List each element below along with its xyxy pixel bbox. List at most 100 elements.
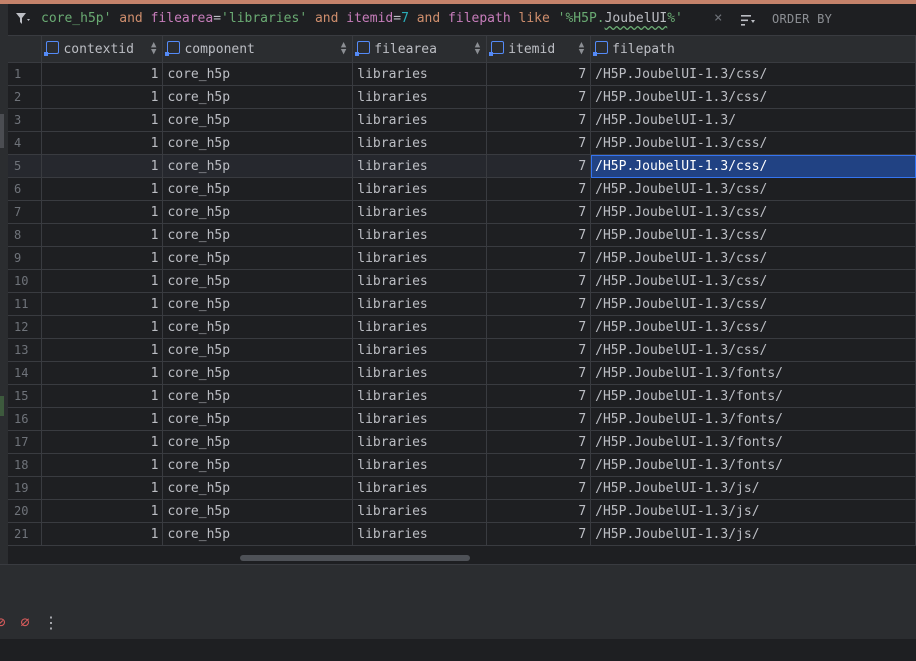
cell-filearea[interactable]: libraries bbox=[352, 476, 488, 500]
disconnect-icon[interactable]: ⌀ bbox=[16, 613, 34, 631]
cell-contextid[interactable]: 1 bbox=[41, 361, 164, 385]
cell-component[interactable]: core_h5p bbox=[162, 476, 354, 500]
cell-filearea[interactable]: libraries bbox=[352, 407, 488, 431]
cell-component[interactable]: core_h5p bbox=[162, 177, 354, 201]
cell-itemid[interactable]: 7 bbox=[486, 430, 592, 454]
table-row[interactable]: 3 1 core_h5p libraries 7/H5P.JoubelUI-1.3/ bbox=[8, 108, 916, 132]
table-row[interactable]: 13 1 core_h5p libraries 7/H5P.JoubelUI-1.3/c… bbox=[8, 338, 916, 362]
column-header-itemid[interactable]: itemid ▲ ▼ bbox=[486, 36, 592, 63]
order-by-icon[interactable] bbox=[741, 15, 755, 26]
cell-component[interactable]: core_h5p bbox=[162, 85, 354, 109]
sort-icon[interactable]: ▲ ▼ bbox=[151, 41, 156, 57]
table-row[interactable]: 20 1 core_h5p libraries 7/H5P.JoubelUI-1.3/j… bbox=[8, 499, 916, 523]
table-row[interactable]: 8 1 core_h5p libraries 7/H5P.JoubelUI-1.3/cs… bbox=[8, 223, 916, 247]
order-by-label[interactable]: ORDER BY bbox=[772, 12, 832, 26]
cell-itemid[interactable]: 7 bbox=[486, 315, 592, 339]
cell-filearea[interactable]: libraries bbox=[352, 85, 488, 109]
sort-icon[interactable]: ▲ ▼ bbox=[341, 41, 346, 57]
cell-itemid[interactable]: 7 bbox=[486, 407, 592, 431]
cell-itemid[interactable]: 7 bbox=[486, 522, 592, 546]
cell-itemid[interactable]: 7 bbox=[486, 200, 592, 224]
cell-filearea[interactable]: libraries bbox=[352, 361, 488, 385]
column-header-filepath[interactable]: filepath bbox=[590, 36, 916, 63]
horizontal-scrollbar-thumb[interactable] bbox=[240, 555, 470, 561]
cell-filepath[interactable]: /H5P.JoubelUI-1.3/css/ bbox=[590, 315, 916, 339]
cell-itemid[interactable]: 7 bbox=[486, 338, 592, 362]
cell-itemid[interactable]: 7 bbox=[486, 223, 592, 247]
cell-filearea[interactable]: libraries bbox=[352, 200, 488, 224]
table-row[interactable]: 9 1 core_h5p libraries 7/H5P.JoubelUI-1.3/cs… bbox=[8, 246, 916, 270]
cell-filearea[interactable]: libraries bbox=[352, 522, 488, 546]
cell-component[interactable]: core_h5p bbox=[162, 131, 354, 155]
column-header-component[interactable]: component ▲ ▼ bbox=[162, 36, 354, 63]
table-row[interactable]: 21 1 core_h5p libraries 7/H5P.JoubelUI-1.3/j… bbox=[8, 522, 916, 546]
horizontal-scrollbar[interactable] bbox=[8, 552, 916, 562]
table-row[interactable]: 4 1 core_h5p libraries 7/H5P.JoubelUI-1.3/cs… bbox=[8, 131, 916, 155]
cell-itemid[interactable]: 7 bbox=[486, 131, 592, 155]
table-row[interactable]: 15 1 core_h5p libraries 7/H5P.JoubelUI-1.3/f… bbox=[8, 384, 916, 408]
cell-contextid[interactable]: 1 bbox=[41, 246, 164, 270]
cell-contextid[interactable]: 1 bbox=[41, 269, 164, 293]
cell-filepath[interactable]: /H5P.JoubelUI-1.3/fonts/ bbox=[590, 453, 916, 477]
cell-filepath[interactable]: /H5P.JoubelUI-1.3/css/ bbox=[590, 154, 916, 178]
cell-filepath[interactable]: /H5P.JoubelUI-1.3/css/ bbox=[590, 292, 916, 316]
cell-itemid[interactable]: 7 bbox=[486, 292, 592, 316]
cell-component[interactable]: core_h5p bbox=[162, 384, 354, 408]
cell-filearea[interactable]: libraries bbox=[352, 154, 488, 178]
table-row[interactable]: 7 1 core_h5p libraries 7/H5P.JoubelUI-1.3/cs… bbox=[8, 200, 916, 224]
table-row[interactable]: 19 1 core_h5p libraries 7/H5P.JoubelUI-1.3/j… bbox=[8, 476, 916, 500]
cell-filearea[interactable]: libraries bbox=[352, 338, 488, 362]
cell-component[interactable]: core_h5p bbox=[162, 315, 354, 339]
cell-component[interactable]: core_h5p bbox=[162, 361, 354, 385]
cell-filearea[interactable]: libraries bbox=[352, 62, 488, 86]
cell-contextid[interactable]: 1 bbox=[41, 476, 164, 500]
table-row[interactable]: 11 1 core_h5p libraries 7/H5P.JoubelUI-1.3/c… bbox=[8, 292, 916, 316]
cell-contextid[interactable]: 1 bbox=[41, 62, 164, 86]
table-row[interactable]: 1 1 core_h5p libraries 7/H5P.JoubelUI-1.3/cs… bbox=[8, 62, 916, 86]
cell-filepath[interactable]: /H5P.JoubelUI-1.3/ bbox=[590, 108, 916, 132]
cell-filepath[interactable]: /H5P.JoubelUI-1.3/fonts/ bbox=[590, 361, 916, 385]
column-header-filearea[interactable]: filearea ▲ ▼ bbox=[352, 36, 488, 63]
cell-contextid[interactable]: 1 bbox=[41, 292, 164, 316]
cell-component[interactable]: core_h5p bbox=[162, 246, 354, 270]
cell-contextid[interactable]: 1 bbox=[41, 522, 164, 546]
table-row[interactable]: 2 1 core_h5p libraries 7/H5P.JoubelUI-1.3/cs… bbox=[8, 85, 916, 109]
cell-filearea[interactable]: libraries bbox=[352, 246, 488, 270]
cell-itemid[interactable]: 7 bbox=[486, 384, 592, 408]
cell-itemid[interactable]: 7 bbox=[486, 269, 592, 293]
cell-contextid[interactable]: 1 bbox=[41, 338, 164, 362]
cell-contextid[interactable]: 1 bbox=[41, 177, 164, 201]
cell-contextid[interactable]: 1 bbox=[41, 499, 164, 523]
table-row[interactable]: 17 1 core_h5p libraries 7/H5P.JoubelUI-1.3/f… bbox=[8, 430, 916, 454]
cell-filepath[interactable]: /H5P.JoubelUI-1.3/css/ bbox=[590, 269, 916, 293]
cell-component[interactable]: core_h5p bbox=[162, 223, 354, 247]
cell-component[interactable]: core_h5p bbox=[162, 200, 354, 224]
filter-input[interactable]: core_h5p' and filearea='libraries' and i… bbox=[41, 11, 683, 26]
cell-component[interactable]: core_h5p bbox=[162, 338, 354, 362]
cell-component[interactable]: core_h5p bbox=[162, 522, 354, 546]
cell-contextid[interactable]: 1 bbox=[41, 407, 164, 431]
cell-itemid[interactable]: 7 bbox=[486, 476, 592, 500]
table-row[interactable]: 5 1 core_h5p libraries 7/H5P.JoubelUI-1.3/cs… bbox=[8, 154, 916, 178]
cell-filepath[interactable]: /H5P.JoubelUI-1.3/css/ bbox=[590, 85, 916, 109]
table-row[interactable]: 10 1 core_h5p libraries 7/H5P.JoubelUI-1.3/c… bbox=[8, 269, 916, 293]
table-row[interactable]: 18 1 core_h5p libraries 7/H5P.JoubelUI-1.3/f… bbox=[8, 453, 916, 477]
cell-filepath[interactable]: /H5P.JoubelUI-1.3/css/ bbox=[590, 223, 916, 247]
cell-filearea[interactable]: libraries bbox=[352, 384, 488, 408]
cell-filearea[interactable]: libraries bbox=[352, 131, 488, 155]
cell-contextid[interactable]: 1 bbox=[41, 131, 164, 155]
more-options-icon[interactable]: ⋮ bbox=[42, 613, 60, 632]
cell-filepath[interactable]: /H5P.JoubelUI-1.3/css/ bbox=[590, 200, 916, 224]
cell-contextid[interactable]: 1 bbox=[41, 154, 164, 178]
cell-component[interactable]: core_h5p bbox=[162, 292, 354, 316]
cell-component[interactable]: core_h5p bbox=[162, 108, 354, 132]
table-row[interactable]: 14 1 core_h5p libraries 7/H5P.JoubelUI-1.3/f… bbox=[8, 361, 916, 385]
cell-filearea[interactable]: libraries bbox=[352, 177, 488, 201]
cell-filepath[interactable]: /H5P.JoubelUI-1.3/js/ bbox=[590, 522, 916, 546]
cell-component[interactable]: core_h5p bbox=[162, 499, 354, 523]
cell-contextid[interactable]: 1 bbox=[41, 453, 164, 477]
cell-itemid[interactable]: 7 bbox=[486, 108, 592, 132]
cell-component[interactable]: core_h5p bbox=[162, 269, 354, 293]
cell-filearea[interactable]: libraries bbox=[352, 315, 488, 339]
cell-filepath[interactable]: /H5P.JoubelUI-1.3/css/ bbox=[590, 338, 916, 362]
